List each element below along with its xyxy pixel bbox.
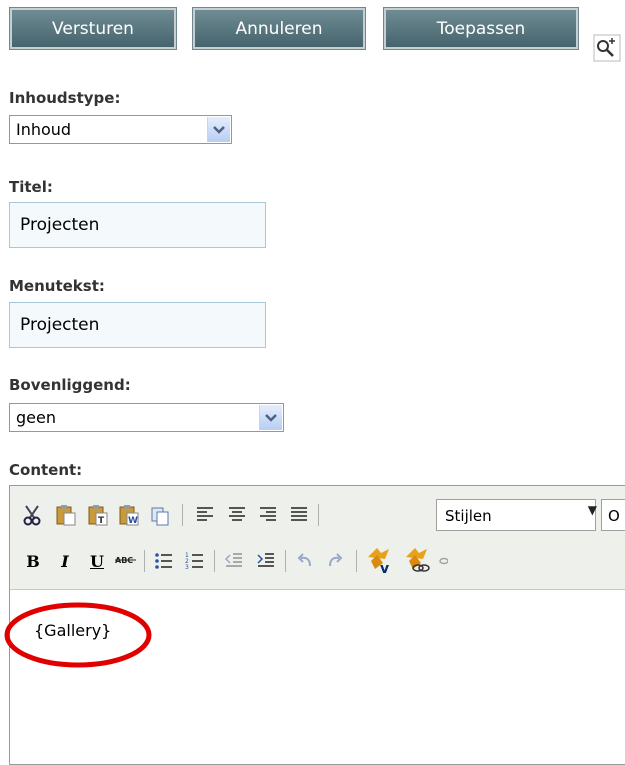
content-type-value: Inhoud xyxy=(16,120,72,139)
bullet-list-icon[interactable] xyxy=(152,549,176,573)
paste-word-icon[interactable]: W xyxy=(117,503,141,527)
menu-text-field[interactable]: Projecten xyxy=(9,302,266,348)
indent-icon[interactable] xyxy=(254,549,278,573)
content-type-label: Inhoudstype: xyxy=(9,89,121,107)
chevron-down-icon[interactable] xyxy=(207,117,230,142)
insert-v-icon[interactable]: v xyxy=(364,544,396,576)
styles-dropdown[interactable]: Stijlen ▼ xyxy=(436,499,597,531)
editor-toolbar: T W Stijlen ▼ O B I U ABC 1 2 3 v xyxy=(10,486,625,590)
content-label: Content: xyxy=(9,461,83,479)
align-center-icon[interactable] xyxy=(225,503,249,527)
title-field[interactable]: Projecten xyxy=(9,202,266,248)
bold-icon[interactable]: B xyxy=(22,549,44,573)
submit-button[interactable]: Versturen xyxy=(9,7,177,50)
cancel-button[interactable]: Annuleren xyxy=(192,7,366,50)
paste-text-icon[interactable]: T xyxy=(86,503,110,527)
editor-content-area[interactable]: {Gallery} xyxy=(4,590,625,764)
dropdown-caret-icon[interactable]: ▼ xyxy=(588,503,597,517)
title-label: Titel: xyxy=(9,178,53,196)
undo-icon[interactable] xyxy=(293,549,317,573)
underline-icon[interactable]: U xyxy=(86,549,108,573)
svg-text:T: T xyxy=(98,516,105,526)
rich-text-editor[interactable]: T W Stijlen ▼ O B I U ABC 1 2 3 v {Galle… xyxy=(4,485,625,765)
cut-icon[interactable] xyxy=(20,503,44,527)
paste-icon[interactable] xyxy=(54,503,78,527)
copy-icon[interactable] xyxy=(148,503,172,527)
italic-icon[interactable]: I xyxy=(54,549,76,573)
svg-text:W: W xyxy=(128,516,138,526)
menu-text-label: Menutekst: xyxy=(9,277,105,295)
svg-text:3: 3 xyxy=(185,564,189,570)
chevron-down-icon[interactable] xyxy=(259,405,282,430)
zoom-icon[interactable] xyxy=(593,34,621,62)
unlink-icon[interactable] xyxy=(438,549,448,573)
spellcheck-icon[interactable]: ABC xyxy=(113,549,139,573)
redo-icon[interactable] xyxy=(323,549,347,573)
parent-label: Bovenliggend: xyxy=(9,376,131,394)
title-value: Projecten xyxy=(20,215,100,235)
outdent-icon[interactable] xyxy=(222,549,246,573)
svg-text:v: v xyxy=(380,561,389,575)
highlight-circle xyxy=(4,602,152,668)
font-dropdown[interactable]: O xyxy=(601,499,625,531)
align-right-icon[interactable] xyxy=(256,503,280,527)
parent-value: geen xyxy=(16,408,56,427)
styles-value: Stijlen xyxy=(445,507,492,525)
parent-select[interactable]: geen xyxy=(9,403,284,432)
content-type-select[interactable]: Inhoud xyxy=(9,115,232,144)
justify-icon[interactable] xyxy=(287,503,311,527)
apply-button[interactable]: Toepassen xyxy=(383,7,579,50)
numbered-list-icon[interactable]: 123 xyxy=(183,549,207,573)
font-value: O xyxy=(608,507,620,525)
align-left-icon[interactable] xyxy=(193,503,217,527)
menu-text-value: Projecten xyxy=(20,315,100,335)
insert-link-icon[interactable] xyxy=(402,544,434,576)
